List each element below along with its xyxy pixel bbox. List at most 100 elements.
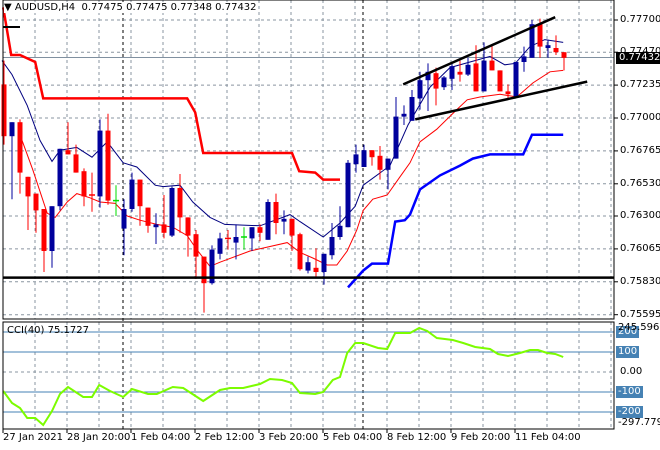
cci-panel-frame	[2, 321, 615, 430]
candle-body	[233, 237, 239, 243]
candle	[353, 144, 359, 173]
candle-body	[169, 188, 175, 236]
cci-level-badge: -100	[616, 386, 643, 398]
candle	[73, 144, 79, 173]
candle	[89, 172, 95, 212]
candle-body	[217, 238, 223, 254]
time-axis-label: 28 Jan 20:00	[67, 432, 131, 443]
candle-body	[465, 64, 471, 75]
cci-panel	[2, 326, 614, 427]
chart-header: ▼ AUDUSD,H4 0.77475 0.77475 0.77348 0.77…	[4, 2, 257, 13]
candle-body	[441, 77, 447, 88]
upper-band-line	[1, 7, 340, 181]
candle-body	[505, 91, 511, 95]
candle	[313, 248, 319, 278]
close-value: 0.77432	[215, 2, 257, 13]
candle	[25, 176, 31, 230]
candle-body	[249, 227, 255, 239]
candle	[457, 60, 463, 82]
candle-body	[393, 116, 399, 159]
candle	[249, 227, 255, 251]
candle-body	[129, 179, 135, 209]
candle	[41, 209, 47, 272]
candle	[321, 253, 327, 285]
candle	[281, 210, 287, 235]
cci-min-label: -297.7797	[618, 417, 660, 428]
price-axis-label: 0.75595	[620, 308, 660, 320]
triangle-down-icon[interactable]: ▼	[4, 2, 15, 13]
candle	[369, 150, 375, 166]
candle	[337, 206, 343, 240]
candle	[265, 199, 271, 240]
candle	[161, 195, 167, 239]
candles	[1, 18, 567, 313]
candle-body	[497, 70, 503, 92]
candle-body	[305, 262, 311, 271]
candle	[465, 57, 471, 76]
chart-canvas[interactable]	[0, 0, 660, 450]
time-axis-label: 8 Feb 12:00	[387, 432, 447, 443]
candle-body	[345, 162, 351, 228]
candle	[385, 158, 391, 190]
candle	[561, 52, 567, 71]
candle-body	[457, 71, 463, 75]
candle-body	[297, 234, 303, 270]
candle	[105, 113, 111, 205]
candle	[217, 232, 223, 260]
time-axis-label: 11 Feb 04:00	[515, 432, 581, 443]
candle	[17, 119, 23, 194]
candle	[201, 256, 207, 313]
candle-body	[9, 122, 15, 137]
candle	[297, 232, 303, 271]
candle	[233, 224, 239, 260]
trendlines[interactable]	[3, 16, 614, 279]
candle-body	[545, 45, 551, 48]
candle-body	[25, 176, 31, 197]
price-axis-label: 0.77700	[620, 14, 660, 25]
price-axis-label: 0.76065	[620, 242, 660, 254]
candle-body	[433, 73, 439, 89]
candle	[1, 60, 7, 145]
candle	[433, 67, 439, 106]
candle	[521, 46, 527, 72]
price-axis-label: 0.76765	[620, 144, 660, 156]
candle	[33, 193, 39, 233]
candle	[545, 39, 551, 58]
candle-body	[321, 253, 327, 272]
candle	[153, 213, 159, 244]
candle	[81, 168, 87, 207]
price-axis-label: 0.76530	[620, 177, 660, 189]
candle-body	[521, 56, 527, 62]
candle	[185, 217, 191, 257]
candle	[273, 193, 279, 235]
price-axis-label: 0.77235	[620, 79, 660, 91]
time-axis-label: 5 Feb 04:00	[323, 432, 383, 443]
candle	[57, 148, 63, 211]
candle	[177, 174, 183, 233]
candle-body	[161, 224, 167, 233]
candle	[553, 35, 559, 55]
candle	[49, 206, 55, 268]
candle	[361, 144, 367, 167]
candle-body	[81, 171, 87, 197]
candle-body	[33, 193, 39, 211]
candle	[97, 119, 103, 208]
time-axis-label: 3 Feb 20:00	[259, 432, 319, 443]
candle	[497, 70, 503, 92]
symbol-label: AUDUSD,H4	[14, 2, 76, 13]
candle-body	[273, 202, 279, 223]
candle-body	[265, 202, 271, 240]
candle	[393, 97, 399, 159]
candle-body	[553, 48, 559, 53]
low-value: 0.77348	[170, 2, 212, 13]
candle	[289, 218, 295, 251]
price-axis-label: 0.77000	[620, 112, 660, 123]
time-axis-label: 2 Feb 12:00	[195, 432, 255, 443]
candle	[513, 62, 519, 97]
candle-body	[105, 130, 111, 201]
candle-body	[257, 227, 263, 233]
candle	[225, 230, 231, 250]
candle-body	[57, 148, 63, 207]
candle	[113, 185, 119, 216]
candle-body	[185, 217, 191, 236]
